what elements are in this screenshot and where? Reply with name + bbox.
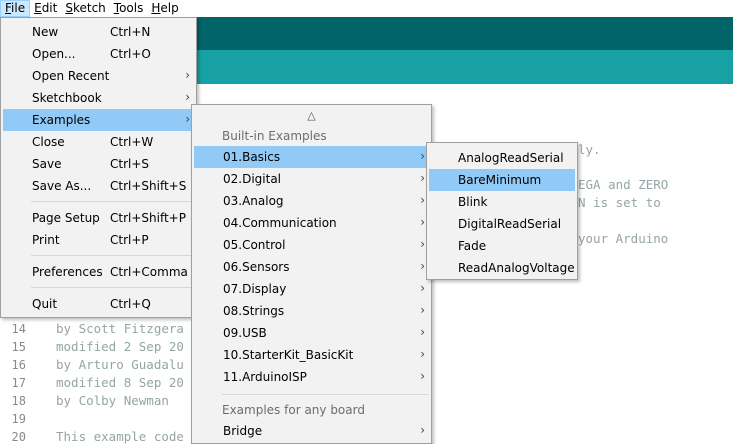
menu-item-digitalreadserial[interactable]: DigitalReadSerial	[429, 213, 575, 235]
line-number: 20	[11, 430, 26, 444]
menu-item-02-digital[interactable]: 02.Digital ›	[194, 168, 429, 190]
chevron-right-icon: ›	[420, 215, 425, 229]
chevron-right-icon: ›	[420, 171, 425, 185]
chevron-right-icon: ›	[185, 68, 190, 82]
line-number: 19	[11, 412, 26, 426]
code-fragment: EGA and ZERO	[578, 177, 669, 192]
menu-item-open[interactable]: Open... Ctrl+O	[3, 43, 194, 65]
menu-edit[interactable]: Edit	[30, 0, 61, 17]
menu-item-blink[interactable]: Blink	[429, 191, 575, 213]
chevron-right-icon: ›	[420, 259, 425, 273]
menu-item-save-as[interactable]: Save As... Ctrl+Shift+S	[3, 175, 194, 197]
code-line: by Arturo Guadalu	[56, 357, 184, 372]
menu-item-page-setup[interactable]: Page Setup Ctrl+Shift+P	[3, 207, 194, 229]
menu-item-save[interactable]: Save Ctrl+S	[3, 153, 194, 175]
file-menu: New Ctrl+N Open... Ctrl+O Open Recent › …	[0, 17, 197, 318]
menu-item-analogreadserial[interactable]: AnalogReadSerial	[429, 147, 575, 169]
menu-item-bareminimum[interactable]: BareMinimum	[429, 169, 575, 191]
menu-item-bridge[interactable]: Bridge ›	[194, 420, 429, 442]
menu-file[interactable]: File	[0, 0, 31, 17]
code-fragment: your Arduino	[578, 231, 669, 246]
code-fragment: N is set to	[578, 195, 661, 210]
chevron-right-icon: ›	[420, 369, 425, 383]
chevron-right-icon: ›	[185, 90, 190, 104]
line-number: 16	[11, 358, 26, 372]
scroll-up-icon[interactable]: △	[192, 109, 431, 122]
menu-separator	[31, 255, 194, 256]
chevron-right-icon: ›	[420, 237, 425, 251]
menu-item-readanalogvoltage[interactable]: ReadAnalogVoltage	[429, 257, 575, 279]
menu-help[interactable]: Help	[147, 0, 182, 17]
menu-item-01-basics[interactable]: 01.Basics ›	[194, 146, 429, 168]
menu-sketch[interactable]: Sketch	[61, 0, 109, 17]
menu-item-sketchbook[interactable]: Sketchbook ›	[3, 87, 194, 109]
menu-item-04-communication[interactable]: 04.Communication ›	[194, 212, 429, 234]
menu-item-examples[interactable]: Examples ›	[3, 109, 194, 131]
code-line: modified 8 Sep 20	[56, 375, 184, 390]
code-line: modified 2 Sep 20	[56, 339, 184, 354]
menu-item-03-analog[interactable]: 03.Analog ›	[194, 190, 429, 212]
menu-item-open-recent[interactable]: Open Recent ›	[3, 65, 194, 87]
line-number: 14	[11, 322, 26, 336]
chevron-right-icon: ›	[185, 112, 190, 126]
menu-item-07-display[interactable]: 07.Display ›	[194, 278, 429, 300]
chevron-right-icon: ›	[420, 347, 425, 361]
menu-bar: File Edit Sketch Tools Help	[0, 0, 733, 17]
menu-separator	[222, 394, 429, 395]
menu-tools[interactable]: Tools	[110, 0, 148, 17]
menu-item-preferences[interactable]: Preferences Ctrl+Comma	[3, 261, 194, 283]
menu-item-quit[interactable]: Quit Ctrl+Q	[3, 293, 194, 315]
builtin-examples-header: Built-in Examples	[222, 129, 327, 143]
menu-item-05-control[interactable]: 05.Control ›	[194, 234, 429, 256]
chevron-right-icon: ›	[420, 193, 425, 207]
menu-separator	[31, 201, 194, 202]
code-line: by Colby Newman	[56, 393, 169, 408]
basics-menu: AnalogReadSerial BareMinimum Blink Digit…	[426, 142, 578, 280]
menu-item-08-strings[interactable]: 08.Strings ›	[194, 300, 429, 322]
line-number: 18	[11, 394, 26, 408]
code-line: by Scott Fitzgera	[56, 321, 184, 336]
chevron-right-icon: ›	[420, 303, 425, 317]
line-number: 17	[11, 376, 26, 390]
menu-item-09-usb[interactable]: 09.USB ›	[194, 322, 429, 344]
chevron-right-icon: ›	[420, 149, 425, 163]
menu-item-print[interactable]: Print Ctrl+P	[3, 229, 194, 251]
menu-item-10-starterkit[interactable]: 10.StarterKit_BasicKit ›	[194, 344, 429, 366]
line-number: 15	[11, 340, 26, 354]
menu-item-new[interactable]: New Ctrl+N	[3, 21, 194, 43]
chevron-right-icon: ›	[420, 325, 425, 339]
menu-item-fade[interactable]: Fade	[429, 235, 575, 257]
examples-menu: △ Built-in Examples 01.Basics › 02.Digit…	[191, 104, 432, 444]
code-fragment: ly.	[578, 142, 601, 157]
chevron-right-icon: ›	[420, 281, 425, 295]
menu-separator	[31, 287, 194, 288]
chevron-right-icon: ›	[420, 423, 425, 437]
menu-item-11-arduinoisp[interactable]: 11.ArduinoISP ›	[194, 366, 429, 388]
menu-item-06-sensors[interactable]: 06.Sensors ›	[194, 256, 429, 278]
menu-item-close[interactable]: Close Ctrl+W	[3, 131, 194, 153]
code-line: This example code	[56, 429, 184, 444]
any-board-examples-header: Examples for any board	[222, 403, 365, 417]
